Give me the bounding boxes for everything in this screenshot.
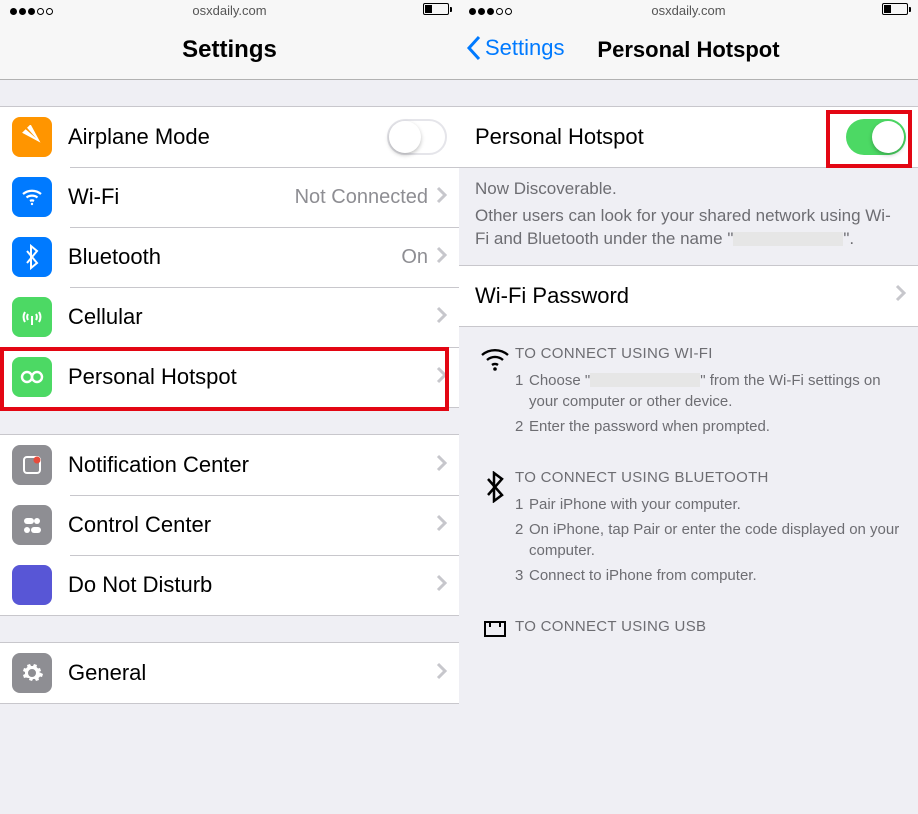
airplane-icon bbox=[12, 117, 52, 157]
status-bar: osxdaily.com bbox=[0, 0, 459, 20]
chevron-right-icon bbox=[436, 574, 447, 597]
row-label: Personal Hotspot bbox=[68, 364, 237, 390]
chevron-right-icon bbox=[436, 306, 447, 329]
help-line-2: Other users can look for your shared net… bbox=[475, 205, 902, 251]
row-label: Cellular bbox=[68, 304, 143, 330]
gear-icon bbox=[12, 653, 52, 693]
battery-icon bbox=[882, 3, 908, 15]
row-label: Wi-Fi bbox=[68, 184, 119, 210]
back-button[interactable]: Settings bbox=[465, 34, 565, 62]
battery-icon bbox=[423, 3, 449, 15]
page-title: Personal Hotspot bbox=[597, 37, 779, 63]
status-bar: osxdaily.com bbox=[459, 0, 918, 20]
row-label: Notification Center bbox=[68, 452, 249, 478]
chevron-right-icon bbox=[895, 284, 906, 307]
row-detail: On bbox=[401, 246, 428, 269]
row-label: General bbox=[68, 660, 146, 686]
back-label: Settings bbox=[485, 35, 565, 61]
row-wifi-password[interactable]: Wi-Fi Password bbox=[459, 266, 918, 326]
moon-icon bbox=[12, 565, 52, 605]
status-site: osxdaily.com bbox=[192, 3, 266, 18]
row-hotspot-toggle[interactable]: Personal Hotspot bbox=[459, 107, 918, 167]
settings-group-general: General bbox=[0, 642, 459, 704]
instructions-usb: TO CONNECT USING USB bbox=[459, 600, 918, 643]
phone-settings: osxdaily.com Settings Airplane Mode Wi-F… bbox=[0, 0, 459, 814]
status-site: osxdaily.com bbox=[651, 3, 725, 18]
row-personal-hotspot[interactable]: Personal Hotspot bbox=[0, 347, 459, 407]
redacted-name bbox=[733, 232, 843, 246]
chevron-right-icon bbox=[436, 662, 447, 685]
airplane-toggle[interactable] bbox=[387, 119, 447, 155]
nav-bar: Settings bbox=[0, 20, 459, 80]
row-label: Wi-Fi Password bbox=[475, 283, 629, 309]
signal-dots-icon bbox=[469, 4, 514, 18]
nav-bar: Settings Personal Hotspot bbox=[459, 20, 918, 80]
row-control-center[interactable]: Control Center bbox=[0, 495, 459, 555]
instruction-title: TO CONNECT USING BLUETOOTH bbox=[515, 467, 902, 488]
row-detail: Not Connected bbox=[295, 186, 428, 209]
redacted-name bbox=[590, 373, 700, 387]
chevron-right-icon bbox=[436, 246, 447, 269]
bluetooth-icon bbox=[12, 237, 52, 277]
settings-group-network: Airplane Mode Wi-Fi Not Connected Blueto… bbox=[0, 106, 459, 408]
hotspot-toggle-group: Personal Hotspot bbox=[459, 106, 918, 168]
control-center-icon bbox=[12, 505, 52, 545]
row-cellular[interactable]: Cellular bbox=[0, 287, 459, 347]
row-label: Bluetooth bbox=[68, 244, 161, 270]
signal-dots-icon bbox=[10, 4, 55, 18]
usb-icon bbox=[475, 616, 515, 643]
page-title: Settings bbox=[182, 36, 277, 64]
instructions-wifi: TO CONNECT USING WI-FI 1Choose "" from t… bbox=[459, 327, 918, 451]
cellular-icon bbox=[12, 297, 52, 337]
row-airplane-mode[interactable]: Airplane Mode bbox=[0, 107, 459, 167]
wifi-password-group: Wi-Fi Password bbox=[459, 265, 918, 327]
hotspot-toggle[interactable] bbox=[846, 119, 906, 155]
row-notification-center[interactable]: Notification Center bbox=[0, 435, 459, 495]
row-label: Do Not Disturb bbox=[68, 572, 212, 598]
chevron-right-icon bbox=[436, 514, 447, 537]
row-general[interactable]: General bbox=[0, 643, 459, 703]
row-label: Control Center bbox=[68, 512, 211, 538]
instruction-title: TO CONNECT USING WI-FI bbox=[515, 343, 902, 364]
help-line-1: Now Discoverable. bbox=[475, 178, 902, 201]
chevron-right-icon bbox=[436, 366, 447, 389]
wifi-icon bbox=[12, 177, 52, 217]
row-wifi[interactable]: Wi-Fi Not Connected bbox=[0, 167, 459, 227]
bluetooth-icon bbox=[475, 467, 515, 590]
wifi-icon bbox=[475, 343, 515, 441]
settings-group-centers: Notification Center Control Center Do No… bbox=[0, 434, 459, 616]
instructions-bluetooth: TO CONNECT USING BLUETOOTH 1Pair iPhone … bbox=[459, 451, 918, 600]
phone-hotspot: osxdaily.com Settings Personal Hotspot P… bbox=[459, 0, 918, 814]
row-label: Airplane Mode bbox=[68, 124, 210, 150]
discoverable-help: Now Discoverable. Other users can look f… bbox=[459, 168, 918, 265]
row-label: Personal Hotspot bbox=[475, 124, 644, 150]
instruction-title: TO CONNECT USING USB bbox=[515, 616, 706, 637]
row-bluetooth[interactable]: Bluetooth On bbox=[0, 227, 459, 287]
row-do-not-disturb[interactable]: Do Not Disturb bbox=[0, 555, 459, 615]
notification-center-icon bbox=[12, 445, 52, 485]
hotspot-icon bbox=[12, 357, 52, 397]
chevron-right-icon bbox=[436, 454, 447, 477]
chevron-right-icon bbox=[436, 186, 447, 209]
